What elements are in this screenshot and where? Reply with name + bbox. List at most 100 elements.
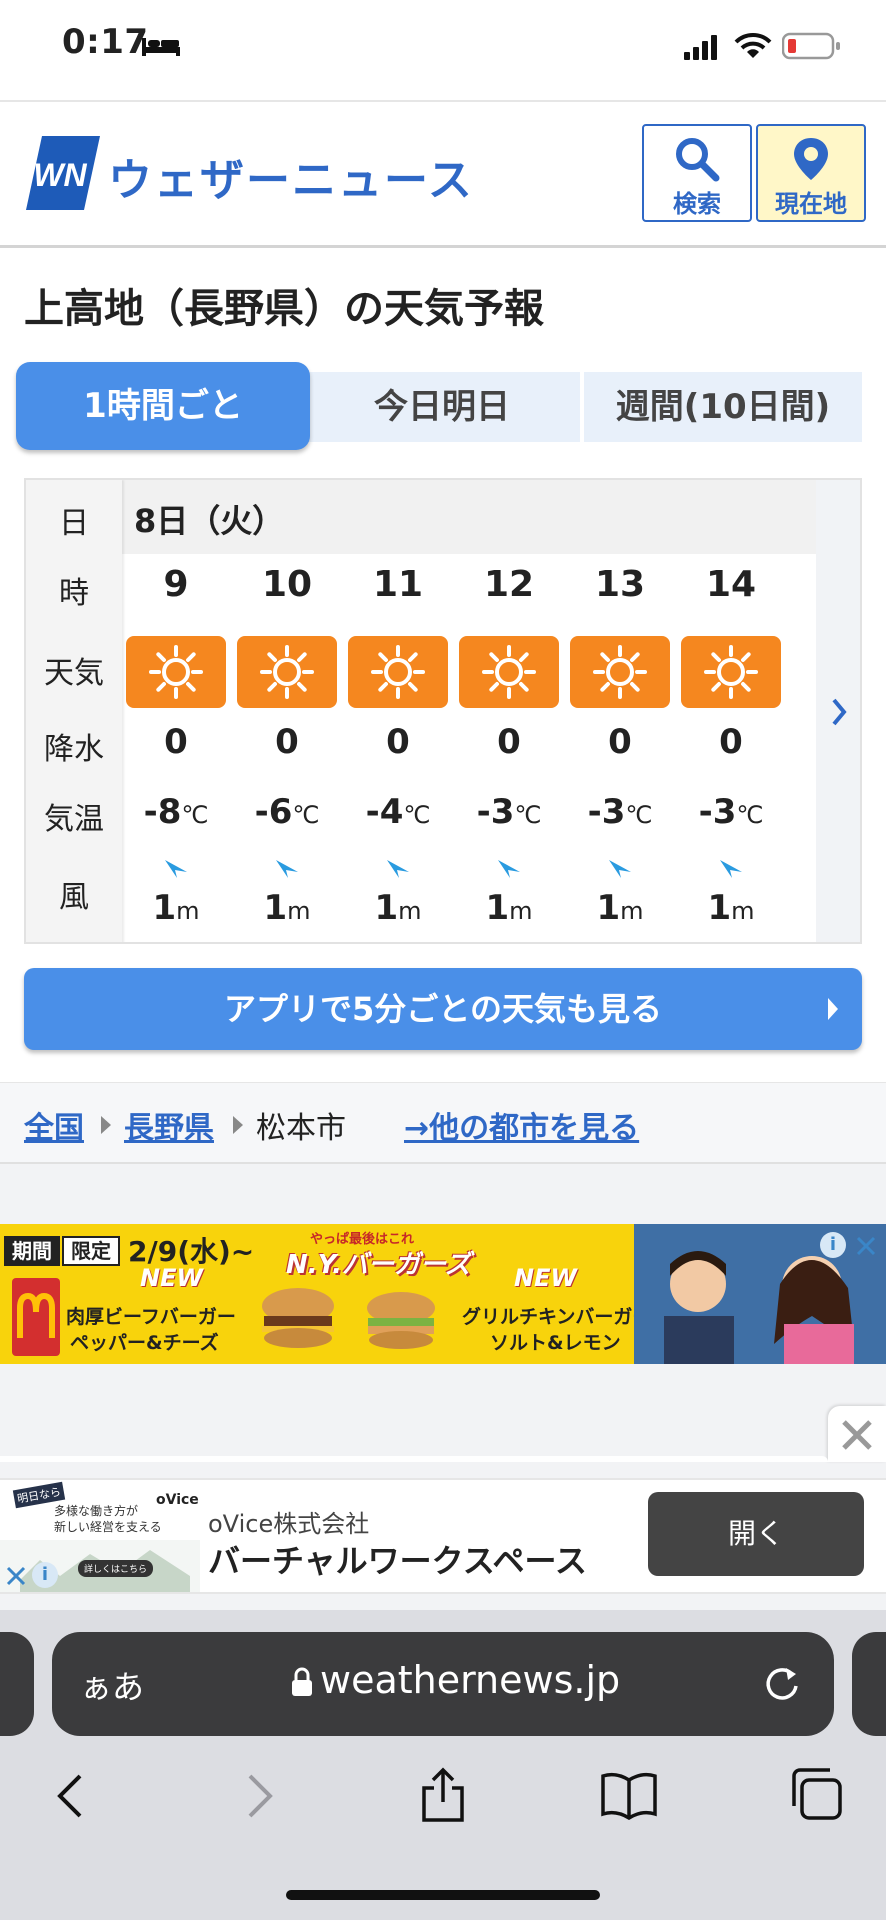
search-button[interactable]: 検索 [642,124,752,222]
ad2-close-icon[interactable] [4,1564,28,1588]
reload-icon[interactable] [762,1664,802,1704]
tab-weekly[interactable]: 週間(10日間) [584,372,862,442]
row-label-rain: 降水 [44,732,104,767]
wind-speed-value: 1 [374,888,399,928]
other-cities-link[interactable]: →他の都市を見る [404,1103,639,1147]
ad-info-icon[interactable]: i [820,1232,846,1258]
temperature-value: -4 [365,792,404,832]
temperature-cell: -3℃ [454,792,564,832]
mcdonalds-ad-banner[interactable]: 期間 限定 2/9(水)~ やっぱ最後はこれ N.Y.バーガーズ NEW 肉厚ビ… [0,1224,886,1364]
temperature-value: -3 [476,792,515,832]
wifi-icon [734,32,772,58]
close-icon [842,1420,872,1450]
breadcrumb-nagano[interactable]: 長野県 [124,1103,214,1147]
ad-item1-line1: 肉厚ビーフバーガー [66,1306,236,1328]
next-tab-peek[interactable] [852,1632,886,1736]
ovice-ad-banner[interactable]: 明日なら 多様な働き方が 新しい経営を支える oVice 詳しくはこちら oVi… [0,1478,886,1594]
ovice-company: oVice株式会社 [208,1510,370,1538]
address-bar[interactable]: ぁあ weathernews.jp [52,1632,834,1736]
ad-new-tag-2: NEW [514,1264,577,1292]
wind-speed-value: 1 [485,888,510,928]
sunny-icon [348,636,448,708]
hour-column: 11 0 -4℃ 1m [343,480,453,942]
temperature-unit: ℃ [514,801,542,829]
hour-label: 14 [705,564,757,605]
hour-column: 10 0 -6℃ 1m [232,480,342,942]
forward-icon[interactable] [240,1772,280,1820]
rain-value: 0 [497,722,521,762]
breadcrumb-arrow-icon [101,1116,111,1134]
location-pin-icon [794,138,828,180]
temperature-unit: ℃ [403,801,431,829]
ovice-small-button[interactable]: 詳しくはこちら [78,1560,154,1577]
prev-tab-peek[interactable] [0,1632,34,1736]
temperature-cell: -3℃ [565,792,675,832]
wind-direction-icon [165,860,187,878]
breadcrumb-matsumoto: 松本市 [256,1111,346,1146]
back-icon[interactable] [50,1772,90,1820]
row-label-day: 日 [59,506,89,541]
search-icon [676,138,720,182]
logo-mark[interactable]: WN [26,136,100,210]
bookmarks-icon[interactable] [600,1770,658,1820]
page-title: 上高地（長野県）の天気予報 [24,286,544,332]
rain-value: 0 [608,722,632,762]
tabs-icon[interactable] [788,1766,844,1822]
app-5min-button[interactable]: アプリで5分ごとの天気も見る [24,968,862,1050]
sunny-icon [459,636,559,708]
row-label-column: 日 時 天気 降水 気温 風 [26,480,122,942]
temperature-unit: ℃ [292,801,320,829]
ad-title: N.Y.バーガーズ [286,1250,471,1280]
wind-speed-cell: 1m [232,888,342,928]
text-size-button[interactable]: ぁあ [80,1662,144,1708]
wind-speed-value: 1 [152,888,177,928]
mcdonalds-logo-icon [12,1278,60,1356]
share-icon[interactable] [418,1766,468,1824]
ad-item2-line2: ソルト&レモン [490,1332,621,1354]
ad-period-tag: 期間 [4,1236,60,1266]
temperature-cell: -4℃ [343,792,453,832]
ovice-brand: oVice [156,1492,199,1508]
wind-speed-cell: 1m [676,888,786,928]
temperature-value: -6 [254,792,293,832]
status-time: 0:17 [62,22,149,62]
temperature-unit: ℃ [625,801,653,829]
ad-close-icon[interactable] [854,1234,878,1258]
wind-speed-cell: 1m [454,888,564,928]
wind-speed-unit: m [176,897,200,925]
ovice-ad-image: 明日なら 多様な働き方が 新しい経営を支える oVice 詳しくはこちら [0,1480,200,1592]
wind-direction-icon [276,860,298,878]
logo-text[interactable]: ウェザーニュース [108,144,474,208]
tab-hourly[interactable]: 1時間ごと [16,362,310,450]
rain-value: 0 [386,722,410,762]
home-indicator [286,1890,600,1900]
url-text: weathernews.jp [320,1658,621,1702]
hour-columns[interactable]: 80-9℃1m90-8℃1m100-6℃1m110-4℃1m120-3℃1m13… [26,480,816,942]
ovice-open-button[interactable]: 開く [648,1492,864,1576]
breadcrumb-japan[interactable]: 全国 [24,1103,84,1147]
temperature-cell: -3℃ [676,792,786,832]
wind-direction-icon [609,860,631,878]
tab-today-tomorrow[interactable]: 今日明日 [304,372,580,442]
sunny-icon [126,636,226,708]
row-label-weather: 天気 [44,656,104,691]
breadcrumb-arrow-icon [233,1116,243,1134]
rain-value: 0 [275,722,299,762]
temperature-value: -3 [587,792,626,832]
lock-icon [292,1667,312,1696]
battery-icon [782,32,840,60]
search-label: 検索 [673,190,721,218]
wind-speed-unit: m [731,897,755,925]
ad-item1-line2: ペッパー&チーズ [70,1332,219,1354]
hour-label: 10 [261,564,313,605]
scroll-right-button[interactable] [816,480,860,942]
ad2-info-icon[interactable]: i [32,1562,58,1588]
chevron-right-icon [832,698,847,726]
ad-dismiss-button[interactable] [828,1406,886,1462]
wind-speed-value: 1 [263,888,288,928]
hour-label: 12 [483,564,535,605]
wind-speed-cell: 1m [121,888,231,928]
location-button[interactable]: 現在地 [756,124,866,222]
hour-column: 14 0 -3℃ 1m [676,480,786,942]
burger-image-2 [362,1286,440,1352]
